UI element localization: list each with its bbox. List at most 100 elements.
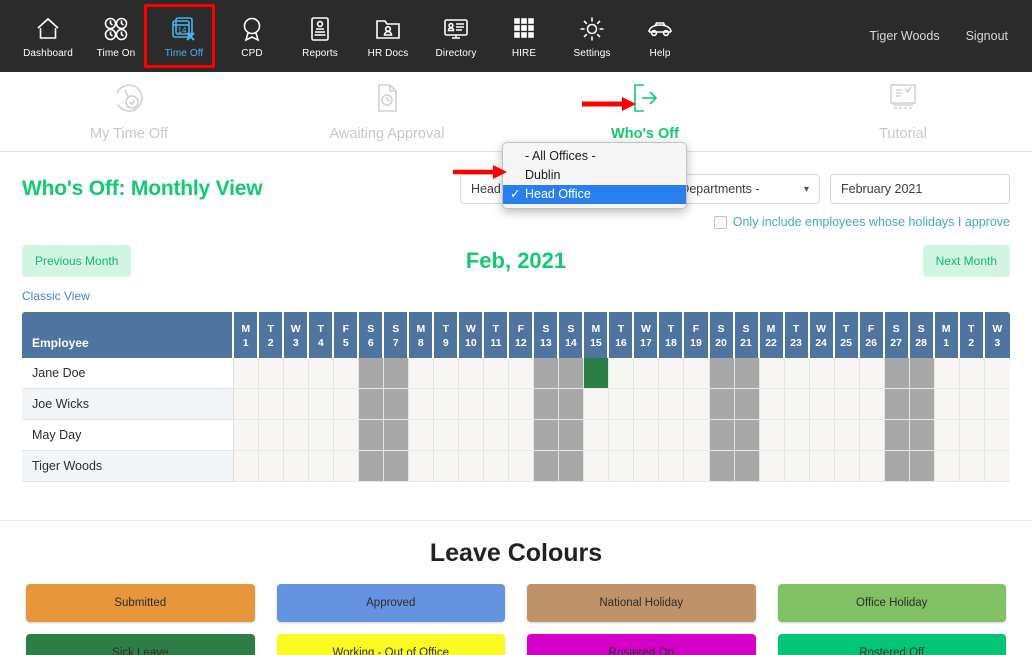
nav-item-hire[interactable]: HIRE: [490, 4, 558, 68]
calendar-cell[interactable]: [834, 389, 860, 420]
legend-chip-office-holiday[interactable]: Office Holiday: [777, 584, 1006, 622]
calendar-cell[interactable]: [884, 451, 910, 482]
calendar-cell[interactable]: [934, 420, 960, 451]
calendar-cell[interactable]: [459, 389, 485, 420]
legend-chip-national-holiday[interactable]: National Holiday: [527, 584, 756, 622]
calendar-cell[interactable]: [759, 358, 785, 389]
calendar-cell[interactable]: [284, 358, 310, 389]
calendar-cell[interactable]: [434, 358, 460, 389]
calendar-cell[interactable]: [909, 451, 935, 482]
calendar-cell[interactable]: [459, 420, 485, 451]
calendar-cell[interactable]: [284, 451, 310, 482]
calendar-cell[interactable]: [884, 358, 910, 389]
calendar-cell[interactable]: [684, 358, 710, 389]
calendar-cell[interactable]: [309, 451, 335, 482]
calendar-cell[interactable]: [409, 389, 435, 420]
calendar-cell[interactable]: [359, 358, 385, 389]
calendar-cell[interactable]: [709, 389, 735, 420]
calendar-cell[interactable]: [709, 451, 735, 482]
calendar-cell[interactable]: [259, 451, 285, 482]
month-input[interactable]: February 2021: [830, 174, 1010, 204]
calendar-cell[interactable]: [884, 420, 910, 451]
calendar-cell[interactable]: [634, 358, 660, 389]
calendar-cell[interactable]: [584, 389, 610, 420]
office-option-all-offices[interactable]: - All Offices -: [503, 147, 686, 166]
calendar-cell[interactable]: [784, 358, 810, 389]
calendar-cell[interactable]: [459, 451, 485, 482]
calendar-cell[interactable]: [609, 451, 635, 482]
calendar-cell[interactable]: [684, 420, 710, 451]
calendar-cell[interactable]: [334, 420, 360, 451]
nav-item-time-off[interactable]: 14 Time Off: [150, 4, 218, 68]
calendar-cell[interactable]: [384, 451, 410, 482]
calendar-cell[interactable]: [309, 389, 335, 420]
calendar-cell[interactable]: [659, 451, 685, 482]
nav-item-help[interactable]: Help: [626, 4, 694, 68]
calendar-cell[interactable]: [484, 358, 510, 389]
calendar-cell[interactable]: [384, 420, 410, 451]
calendar-cell[interactable]: [234, 389, 260, 420]
approve-checkbox-label[interactable]: Only include employees whose holidays I …: [733, 215, 1010, 229]
calendar-cell[interactable]: [334, 358, 360, 389]
calendar-cell[interactable]: [909, 358, 935, 389]
calendar-cell[interactable]: [559, 389, 585, 420]
calendar-cell[interactable]: [359, 420, 385, 451]
calendar-cell[interactable]: [359, 451, 385, 482]
current-user-name[interactable]: Tiger Woods: [869, 29, 939, 43]
subnav-item-awaiting-approval[interactable]: Awaiting Approval: [258, 81, 516, 142]
calendar-cell[interactable]: [709, 420, 735, 451]
legend-chip-approved[interactable]: Approved: [276, 584, 505, 622]
calendar-cell[interactable]: [509, 358, 535, 389]
calendar-cell[interactable]: [534, 420, 560, 451]
calendar-cell[interactable]: [434, 451, 460, 482]
calendar-cell[interactable]: [384, 389, 410, 420]
calendar-cell[interactable]: [809, 389, 835, 420]
calendar-cell[interactable]: [634, 420, 660, 451]
calendar-cell[interactable]: [784, 389, 810, 420]
calendar-cell[interactable]: [859, 389, 885, 420]
nav-item-time-on[interactable]: Time On: [82, 4, 150, 68]
calendar-cell[interactable]: [234, 451, 260, 482]
calendar-cell[interactable]: [234, 420, 260, 451]
calendar-cell[interactable]: [309, 420, 335, 451]
calendar-cell[interactable]: [659, 358, 685, 389]
calendar-cell[interactable]: [934, 358, 960, 389]
calendar-cell[interactable]: [784, 451, 810, 482]
calendar-cell[interactable]: [759, 420, 785, 451]
calendar-cell[interactable]: [609, 358, 635, 389]
calendar-cell[interactable]: [509, 420, 535, 451]
calendar-cell[interactable]: [734, 420, 760, 451]
calendar-cell[interactable]: [984, 389, 1010, 420]
calendar-cell-sick[interactable]: [584, 358, 610, 389]
calendar-cell[interactable]: [584, 451, 610, 482]
calendar-cell[interactable]: [834, 420, 860, 451]
calendar-cell[interactable]: [509, 451, 535, 482]
signout-link[interactable]: Signout: [966, 29, 1008, 43]
calendar-cell[interactable]: [809, 420, 835, 451]
calendar-cell[interactable]: [959, 420, 985, 451]
calendar-cell[interactable]: [984, 358, 1010, 389]
calendar-cell[interactable]: [659, 420, 685, 451]
calendar-cell[interactable]: [709, 358, 735, 389]
calendar-cell[interactable]: [684, 389, 710, 420]
calendar-cell[interactable]: [734, 389, 760, 420]
calendar-cell[interactable]: [409, 451, 435, 482]
calendar-cell[interactable]: [334, 451, 360, 482]
calendar-cell[interactable]: [934, 451, 960, 482]
calendar-cell[interactable]: [909, 389, 935, 420]
calendar-cell[interactable]: [559, 420, 585, 451]
calendar-cell[interactable]: [759, 451, 785, 482]
legend-chip-working-out-of-office[interactable]: Working - Out of Office: [276, 634, 505, 655]
calendar-cell[interactable]: [409, 420, 435, 451]
calendar-cell[interactable]: [259, 420, 285, 451]
calendar-cell[interactable]: [984, 451, 1010, 482]
office-option-dublin[interactable]: Dublin: [503, 166, 686, 185]
nav-item-dashboard[interactable]: Dashboard: [14, 4, 82, 68]
nav-item-cpd[interactable]: CPD: [218, 4, 286, 68]
calendar-cell[interactable]: [334, 389, 360, 420]
subnav-item-tutorial[interactable]: Tutorial: [774, 81, 1032, 142]
calendar-cell[interactable]: [534, 389, 560, 420]
classic-view-link[interactable]: Classic View: [22, 289, 90, 303]
calendar-cell[interactable]: [734, 451, 760, 482]
calendar-cell[interactable]: [809, 358, 835, 389]
